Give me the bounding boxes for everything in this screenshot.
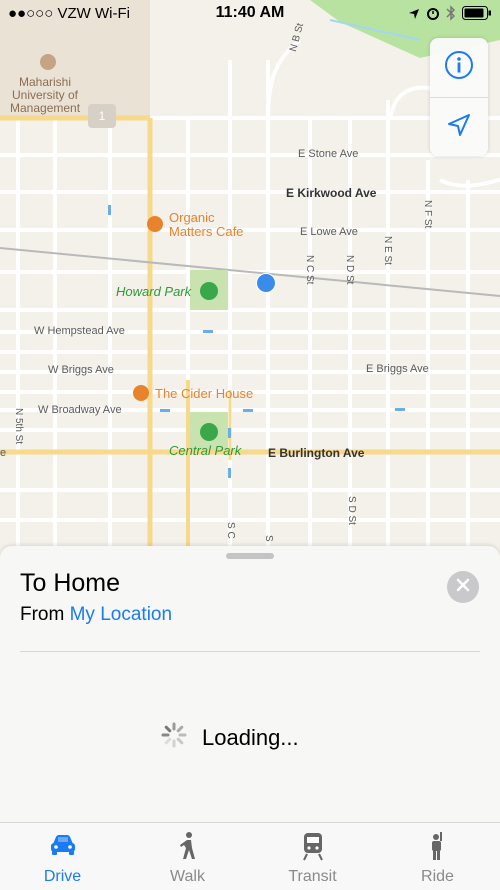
cafe-icon[interactable] <box>147 216 163 232</box>
street-w-broadway-ave: W Broadway Ave <box>38 404 122 416</box>
location-arrow-icon <box>446 112 472 143</box>
close-button[interactable] <box>447 571 479 603</box>
alarm-icon <box>426 6 440 24</box>
park-icon[interactable] <box>200 282 218 300</box>
from-line: From My Location <box>20 604 172 626</box>
map-controls <box>430 38 488 156</box>
poi-organic-matters-cafe[interactable]: Organic Matters Cafe <box>169 211 243 239</box>
car-icon <box>0 831 125 863</box>
poi-the-cider-house[interactable]: The Cider House <box>155 386 253 401</box>
tab-walk[interactable]: Walk <box>125 823 250 890</box>
battery-icon <box>462 6 492 24</box>
location-button[interactable] <box>430 98 488 156</box>
street-e-briggs-ave: E Briggs Ave <box>366 363 429 375</box>
campus-icon <box>40 54 56 70</box>
street-e-lowe-ave: E Lowe Ave <box>300 226 358 238</box>
street-s: S <box>263 535 274 542</box>
street-n-c-st: N C St <box>304 255 315 285</box>
spinner-icon <box>160 721 188 754</box>
street-left-e: e <box>0 447 7 459</box>
loading-text: Loading... <box>202 724 299 750</box>
street-n-d-st: N D St <box>344 255 355 285</box>
street-s-d-st: S D St <box>346 496 357 525</box>
central-park-icon[interactable] <box>200 423 218 441</box>
poi-central-park[interactable]: Central Park <box>169 443 241 458</box>
street-s-c: S C <box>225 522 236 539</box>
ride-icon <box>375 831 500 863</box>
sheet-title: To Home <box>20 569 121 597</box>
street-e-kirkwood-ave: E Kirkwood Ave <box>286 186 377 200</box>
tab-drive-label: Drive <box>43 868 82 885</box>
info-button[interactable] <box>430 38 488 96</box>
sheet-grabber[interactable] <box>226 553 274 559</box>
tab-ride-label: Ride <box>421 868 454 885</box>
street-n-e-st: N E St <box>382 236 393 265</box>
tab-transit[interactable]: Transit <box>250 823 375 890</box>
street-w-briggs-ave: W Briggs Ave <box>48 364 114 376</box>
tab-ride[interactable]: Ride <box>375 823 500 890</box>
location-services-icon <box>408 7 420 24</box>
poi-howard-park[interactable]: Howard Park <box>116 284 191 299</box>
street-e-stone-ave: E Stone Ave <box>298 148 359 160</box>
tab-walk-label: Walk <box>170 868 205 885</box>
status-bar: ●●○○○ VZW Wi-Fi 11:40 AM <box>0 0 500 28</box>
route-shield: 1 <box>88 104 116 128</box>
bluetooth-icon <box>446 5 456 25</box>
street-n-f-st: N F St <box>422 200 433 229</box>
close-icon <box>456 578 470 597</box>
street-n-5th-st: N 5th St <box>13 408 24 445</box>
street-w-hempstead-ave: W Hempstead Ave <box>34 325 125 337</box>
tab-drive[interactable]: Drive <box>0 823 125 890</box>
my-location-link[interactable]: My Location <box>70 604 172 625</box>
walk-icon <box>125 831 250 863</box>
car-rental-icon[interactable] <box>256 273 276 293</box>
sheet-divider <box>20 651 480 652</box>
info-icon <box>444 50 474 85</box>
street-e-burlington-ave: E Burlington Ave <box>268 446 365 460</box>
map-view[interactable]: Maharishi University of Management 1 N B… <box>0 0 500 560</box>
loading-indicator: Loading... <box>160 721 299 754</box>
restaurant-icon[interactable] <box>133 385 149 401</box>
train-icon <box>250 831 375 863</box>
from-prefix: From <box>20 604 65 625</box>
campus-label: Maharishi University of Management <box>10 75 81 115</box>
tab-transit-label: Transit <box>288 868 337 885</box>
tab-bar: Drive Walk Transit Ride <box>0 822 500 890</box>
status-indicators <box>408 5 492 25</box>
